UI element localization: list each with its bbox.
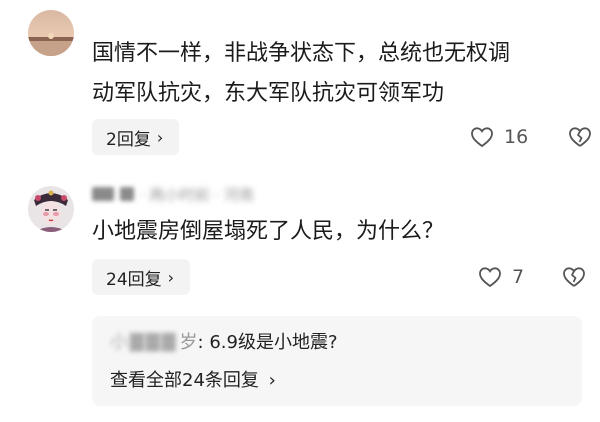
comment-actions: 16	[470, 126, 592, 148]
reply-count-label: 24回复	[106, 269, 162, 290]
like-button[interactable]: 16	[470, 126, 528, 148]
comment-text-line: 国情不一样，非战争状态下，总统也无权调	[92, 41, 511, 66]
sub-reply-box[interactable]: 小 ▇▇▇ 岁 : 6.9级是小地震? 查看全部24条回复 ›	[92, 316, 582, 406]
sub-reply: 小 ▇▇▇ 岁 : 6.9级是小地震?	[110, 328, 338, 354]
dislike-button[interactable]	[568, 126, 592, 148]
sub-reply-username-suffix: 岁	[179, 332, 198, 353]
user-avatar[interactable]	[28, 10, 74, 56]
like-count: 7	[512, 266, 525, 288]
sub-reply-username[interactable]: 小	[110, 328, 128, 354]
comment-text-line: 小地震房倒屋塌死了人民，为什么？	[92, 219, 445, 244]
heart-icon	[479, 267, 501, 288]
comment-text: 小地震房倒屋塌死了人民，为什么？	[92, 212, 582, 252]
sunset-landscape-avatar-icon	[28, 10, 74, 56]
comment-text-line: 动军队抗灾，东大军队抗灾可领军功	[92, 81, 445, 106]
timestamp-location: · 两小时前 · 河南	[140, 185, 254, 204]
comment-text: 国情不一样，非战争状态下，总统也无权调 动军队抗灾，东大军队抗灾可领军功	[92, 34, 582, 114]
broken-heart-icon	[569, 127, 592, 147]
comment-meta: · 两小时前 · 河南	[92, 184, 254, 204]
heart-icon	[471, 127, 493, 148]
username-obscured	[92, 187, 114, 201]
view-all-replies-link[interactable]: 查看全部24条回复 ›	[110, 366, 276, 392]
like-button[interactable]: 7	[478, 266, 524, 288]
sub-reply-content: : 6.9级是小地震?	[197, 332, 338, 353]
reply-count-label: 2回复	[106, 129, 151, 150]
dislike-button[interactable]	[562, 266, 586, 288]
chevron-right-icon: ›	[167, 267, 175, 287]
user-avatar[interactable]	[28, 186, 74, 232]
broken-heart-icon	[563, 267, 585, 287]
like-count: 16	[504, 126, 529, 148]
view-all-replies-label: 查看全部24条回复	[110, 370, 259, 391]
chevron-right-icon: ›	[268, 370, 276, 391]
comment-actions: 7	[478, 266, 586, 288]
reply-count-button[interactable]: 2回复 ›	[92, 119, 180, 155]
chevron-right-icon: ›	[156, 127, 164, 147]
username-obscured	[120, 187, 134, 201]
opera-character-avatar-icon	[28, 186, 74, 232]
reply-count-button[interactable]: 24回复 ›	[92, 259, 191, 295]
sub-reply-username-blur: ▇▇▇	[130, 330, 178, 352]
